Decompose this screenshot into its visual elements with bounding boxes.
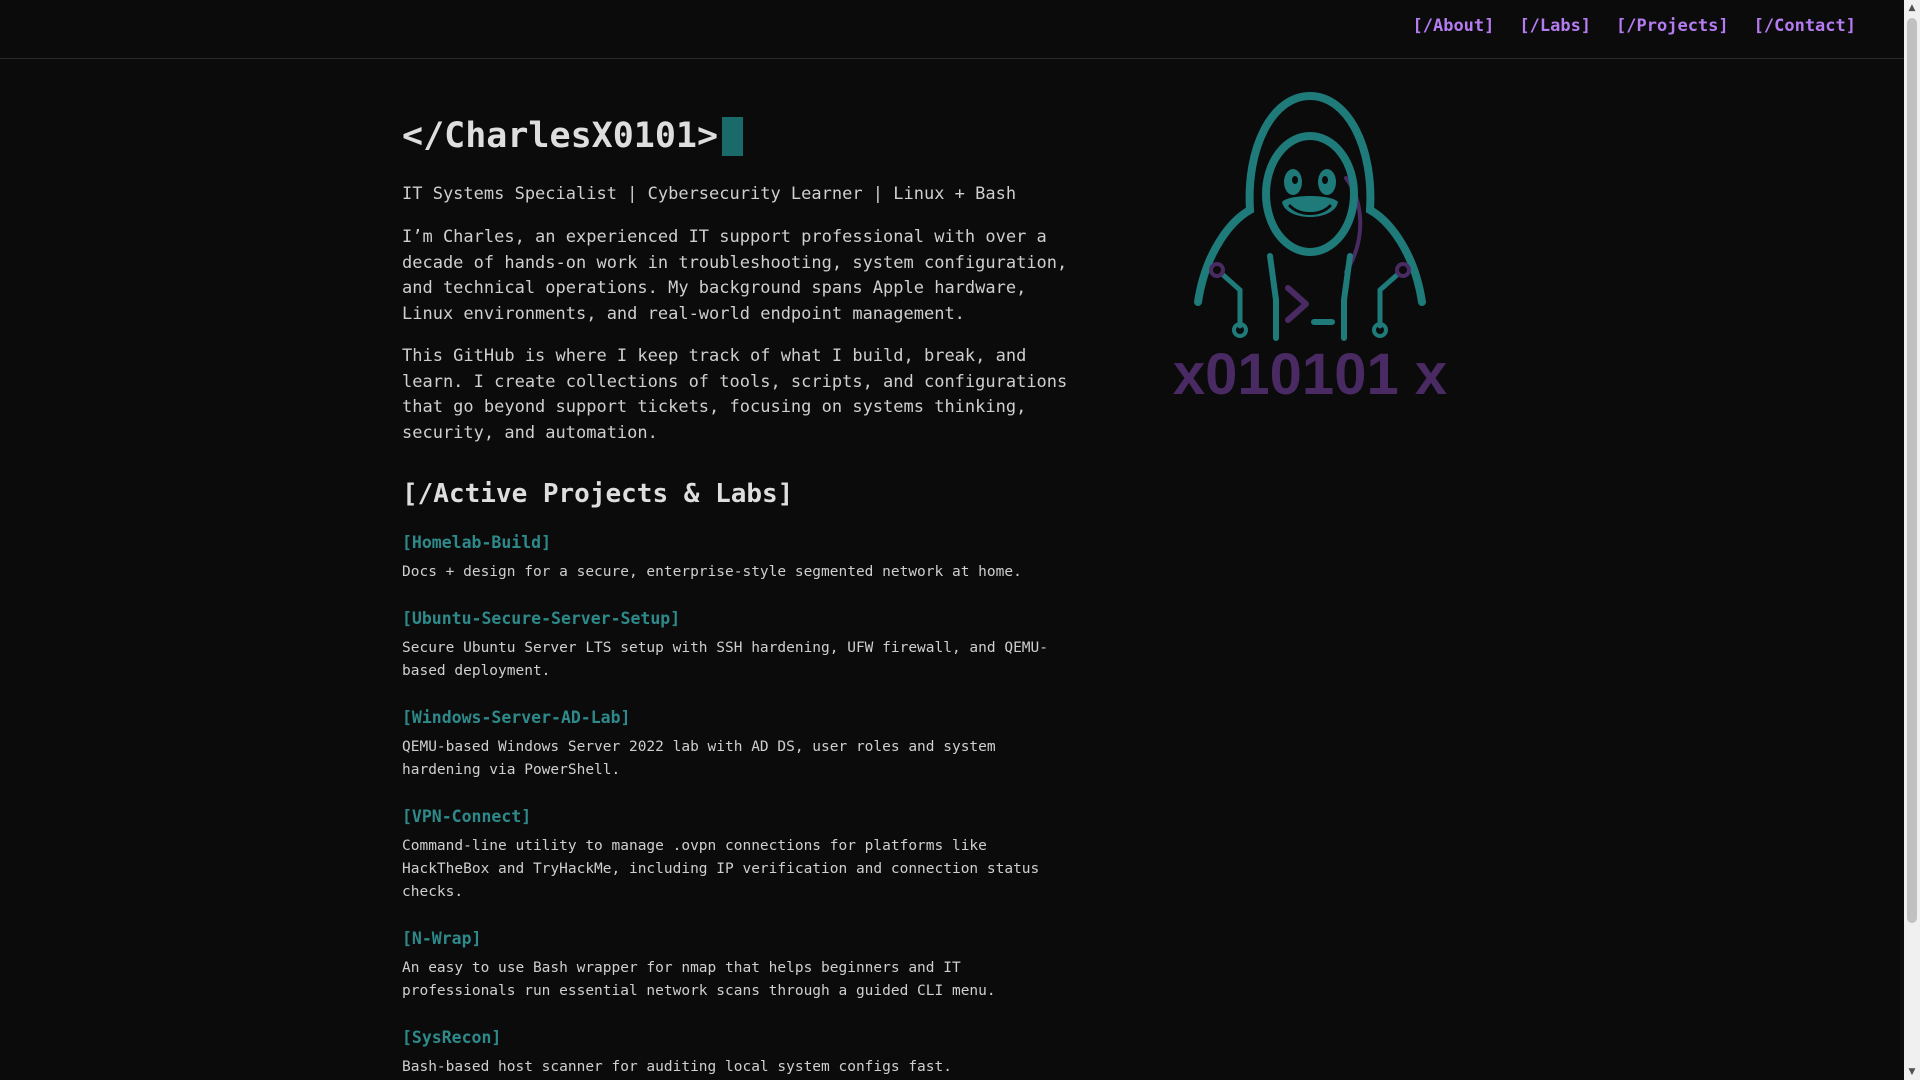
nav-labs-link[interactable]: [/Labs] xyxy=(1519,16,1591,36)
project-description: Docs + design for a secure, enterprise-s… xyxy=(402,564,1022,580)
project-item: [Homelab-Build] Docs + design for a secu… xyxy=(402,533,1072,584)
page-title-wrap: </CharlesX0101> xyxy=(402,110,1072,162)
hooded-penguin-icon: x010101 x xyxy=(1173,91,1447,407)
project-description: Command-line utility to manage .ovpn con… xyxy=(402,838,1040,900)
logo-text: x010101 x xyxy=(1173,342,1447,407)
project-description: Bash-based host scanner for auditing loc… xyxy=(402,1059,952,1075)
project-link-ubuntu-secure-server-setup[interactable]: [Ubuntu-Secure-Server-Setup] xyxy=(402,609,680,628)
projects-heading: [/Active Projects & Labs] xyxy=(402,479,794,509)
page-scrollbar[interactable]: ▲ ▼ xyxy=(1904,0,1920,1080)
tagline: IT Systems Specialist | Cybersecurity Le… xyxy=(402,184,1017,204)
project-link-n-wrap[interactable]: [N-Wrap] xyxy=(402,929,481,948)
project-description: An easy to use Bash wrapper for nmap tha… xyxy=(402,960,996,999)
terminal-cursor xyxy=(722,116,744,156)
scroll-down-arrow-icon[interactable]: ▼ xyxy=(1904,1064,1920,1080)
main-nav: [/About] [/Labs] [/Projects] [/Contact] xyxy=(1413,16,1857,36)
scrollbar-thumb[interactable] xyxy=(1907,18,1917,923)
project-item: [SysRecon] Bash-based host scanner for a… xyxy=(402,1028,1072,1079)
project-link-sysrecon[interactable]: [SysRecon] xyxy=(402,1028,501,1047)
project-item: [VPN-Connect] Command-line utility to ma… xyxy=(402,807,1072,904)
project-link-vpn-connect[interactable]: [VPN-Connect] xyxy=(402,807,531,826)
nav-contact-link[interactable]: [/Contact] xyxy=(1754,16,1856,36)
page-title: </CharlesX0101> xyxy=(402,116,719,156)
about-paragraph: I’m Charles, an experienced IT support p… xyxy=(402,227,1068,324)
project-item: [Windows-Server-AD-Lab] QEMU-based Windo… xyxy=(402,708,1072,782)
project-description: Secure Ubuntu Server LTS setup with SSH … xyxy=(402,640,1049,679)
project-link-windows-server-ad-lab[interactable]: [Windows-Server-AD-Lab] xyxy=(402,708,630,727)
about-paragraph: This GitHub is where I keep track of wha… xyxy=(402,346,1068,443)
nav-projects-link[interactable]: [/Projects] xyxy=(1616,16,1729,36)
top-navbar: [/About] [/Labs] [/Projects] [/Contact] xyxy=(0,0,1904,59)
project-item: [N-Wrap] An easy to use Bash wrapper for… xyxy=(402,929,1072,1003)
project-link-homelab-build[interactable]: [Homelab-Build] xyxy=(402,533,551,552)
hooded-penguin-logo: x010101 x xyxy=(1160,90,1460,410)
nav-about-link[interactable]: [/About] xyxy=(1413,16,1495,36)
project-description: QEMU-based Windows Server 2022 lab with … xyxy=(402,739,996,778)
main-content: </CharlesX0101> IT Systems Specialist | … xyxy=(402,110,1072,1079)
projects-list: [Homelab-Build] Docs + design for a secu… xyxy=(402,533,1072,1079)
scroll-up-arrow-icon[interactable]: ▲ xyxy=(1904,0,1920,16)
about-section: I’m Charles, an experienced IT support p… xyxy=(402,225,1072,446)
project-item: [Ubuntu-Secure-Server-Setup] Secure Ubun… xyxy=(402,609,1072,683)
